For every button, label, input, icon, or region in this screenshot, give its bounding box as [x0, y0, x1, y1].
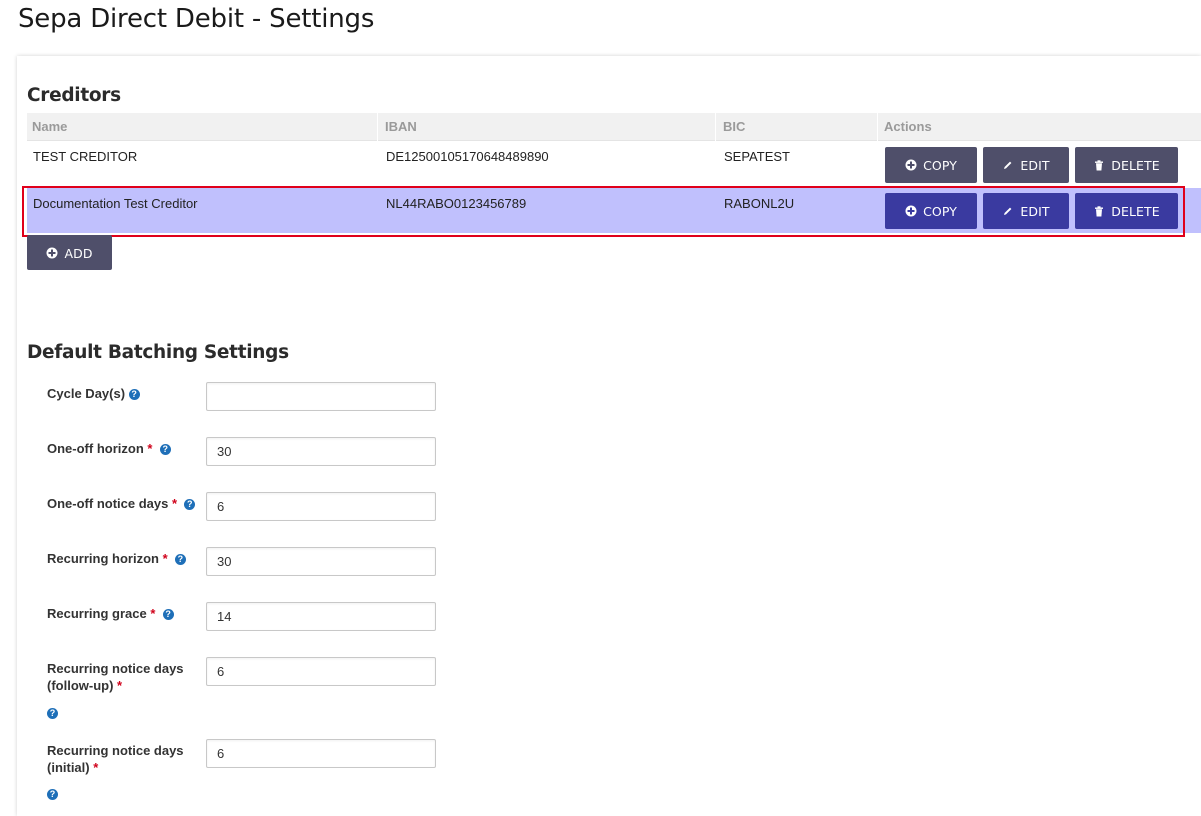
column-divider — [715, 113, 716, 141]
copy-button[interactable]: COPY — [885, 147, 977, 183]
help-icon[interactable]: ? — [47, 708, 58, 719]
creditor-iban: DE12500105170648489890 — [386, 149, 549, 164]
creditor-name: TEST CREDITOR — [33, 149, 138, 164]
help-icon[interactable]: ? — [184, 499, 196, 510]
recurring-notice-initial-input[interactable] — [206, 739, 436, 768]
help-icon[interactable]: ? — [159, 444, 171, 455]
column-header-actions: Actions — [884, 119, 932, 134]
trash-icon — [1093, 159, 1105, 171]
help-icon[interactable]: ? — [47, 789, 58, 800]
selected-row-highlight — [22, 186, 1185, 237]
recurring-horizon-input[interactable] — [206, 547, 436, 576]
help-icon[interactable]: ? — [162, 609, 174, 620]
creditors-table-header: Name IBAN BIC Actions — [27, 113, 1201, 141]
creditor-row: TEST CREDITOR DE12500105170648489890 SEP… — [27, 141, 1201, 186]
page-title: Sepa Direct Debit - Settings — [18, 4, 375, 34]
cycle-days-input[interactable] — [206, 382, 436, 411]
help-icon[interactable]: ? — [174, 554, 186, 565]
plus-circle-icon — [46, 247, 58, 259]
recurring-notice-initial-label: Recurring notice days (initial) * — [47, 743, 184, 775]
recurring-grace-input[interactable] — [206, 602, 436, 631]
recurring-notice-followup-input[interactable] — [206, 657, 436, 686]
recurring-horizon-label: Recurring horizon * ? — [47, 550, 186, 567]
delete-button[interactable]: DELETE — [1075, 147, 1178, 183]
help-icon[interactable]: ? — [128, 389, 140, 400]
creditor-bic: SEPATEST — [724, 149, 790, 164]
add-button-label: ADD — [64, 245, 93, 261]
column-header-iban: IBAN — [385, 119, 417, 134]
cycle-days-label: Cycle Day(s) ? — [47, 385, 140, 402]
recurring-notice-followup-label: Recurring notice days (follow-up) * — [47, 661, 184, 693]
recurring-grace-label: Recurring grace * ? — [47, 605, 174, 622]
add-creditor-button[interactable]: ADD — [27, 235, 112, 270]
pencil-icon — [1002, 159, 1014, 171]
edit-button-label: EDIT — [1020, 158, 1050, 173]
edit-button[interactable]: EDIT — [983, 147, 1069, 183]
column-divider — [377, 113, 378, 141]
oneoff-notice-days-input[interactable] — [206, 492, 436, 521]
batching-heading: Default Batching Settings — [27, 342, 289, 363]
oneoff-notice-days-label: One-off notice days * ? — [47, 495, 196, 512]
creditors-heading: Creditors — [27, 85, 121, 106]
column-divider — [877, 113, 878, 141]
delete-button-label: DELETE — [1111, 158, 1160, 173]
oneoff-horizon-input[interactable] — [206, 437, 436, 466]
column-header-bic: BIC — [723, 119, 746, 134]
oneoff-horizon-label: One-off horizon * ? — [47, 440, 171, 457]
plus-circle-icon — [905, 159, 917, 171]
column-header-name: Name — [32, 119, 68, 134]
copy-button-label: COPY — [923, 158, 957, 173]
